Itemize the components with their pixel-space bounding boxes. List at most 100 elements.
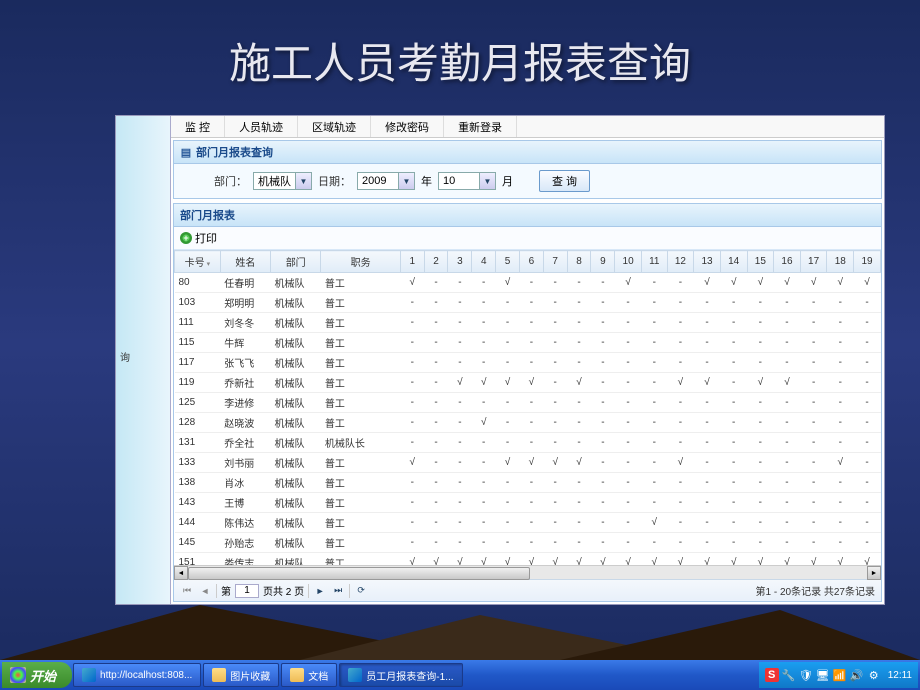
col-day-9[interactable]: 9 <box>591 251 615 273</box>
cell-day: - <box>827 353 854 373</box>
col-day-2[interactable]: 2 <box>424 251 448 273</box>
chevron-down-icon[interactable]: ▼ <box>479 173 495 189</box>
table-row[interactable]: 115牛辉机械队普工------------------- <box>175 333 881 353</box>
cell-day: - <box>591 453 615 473</box>
tray-clock[interactable]: 12:11 <box>888 670 912 681</box>
tray-monitor-icon[interactable]: 🖥 <box>816 668 830 682</box>
cell-day: √ <box>519 553 543 566</box>
table-row[interactable]: 119乔新社机械队普工--√√√√-√---√√-√√--- <box>175 373 881 393</box>
tray-network-icon[interactable]: 📶 <box>833 668 847 682</box>
cell-day: - <box>424 273 448 293</box>
col-duty[interactable]: 职务 <box>321 251 400 273</box>
tray-icon[interactable]: 🔧 <box>782 668 796 682</box>
col-day-12[interactable]: 12 <box>667 251 694 273</box>
cell-day: - <box>424 433 448 453</box>
col-card[interactable]: 卡号 <box>175 251 221 273</box>
taskbar-item[interactable]: 文档 <box>281 663 337 687</box>
col-day-1[interactable]: 1 <box>400 251 424 273</box>
year-combo[interactable]: 2009 ▼ <box>357 172 415 190</box>
table-row[interactable]: 144陈伟达机械队普工----------√-------- <box>175 513 881 533</box>
cell-day: - <box>472 513 496 533</box>
cell-day: - <box>543 313 567 333</box>
tray-shield-icon[interactable]: 🛡 <box>799 668 813 682</box>
cell-day: - <box>747 393 774 413</box>
table-row[interactable]: 133刘书丽机械队普工√---√√√√---√-----√- <box>175 453 881 473</box>
horizontal-scrollbar[interactable]: ◄ ► <box>174 565 881 579</box>
pager-last-icon[interactable]: ⏭ <box>331 584 345 598</box>
pager-refresh-icon[interactable]: ⟳ <box>354 584 368 598</box>
col-day-13[interactable]: 13 <box>694 251 721 273</box>
table-row[interactable]: 117张飞飞机械队普工------------------- <box>175 353 881 373</box>
cell-day: - <box>519 533 543 553</box>
table-row[interactable]: 125李进修机械队普工------------------- <box>175 393 881 413</box>
table-row[interactable]: 143王博机械队普工------------------- <box>175 493 881 513</box>
cell-name: 陈伟达 <box>220 513 270 533</box>
col-day-11[interactable]: 11 <box>641 251 667 273</box>
cell-day: - <box>641 293 667 313</box>
col-day-4[interactable]: 4 <box>472 251 496 273</box>
scroll-right-arrow[interactable]: ► <box>867 566 881 580</box>
menu-area-track[interactable]: 区域轨迹 <box>298 116 371 137</box>
cell-duty: 普工 <box>321 413 400 433</box>
col-day-19[interactable]: 19 <box>854 251 881 273</box>
col-day-10[interactable]: 10 <box>615 251 642 273</box>
tray-usb-icon[interactable]: ⚙ <box>867 668 881 682</box>
pager-prev-icon[interactable]: ◄ <box>198 584 212 598</box>
year-suffix: 年 <box>421 173 432 189</box>
menu-monitor[interactable]: 监 控 <box>171 116 225 137</box>
col-day-15[interactable]: 15 <box>747 251 774 273</box>
cell-day: √ <box>667 553 694 566</box>
cell-day: - <box>472 293 496 313</box>
cell-day: - <box>800 513 827 533</box>
scroll-left-arrow[interactable]: ◄ <box>174 566 188 580</box>
col-day-17[interactable]: 17 <box>800 251 827 273</box>
cell-day: - <box>448 313 472 333</box>
month-combo[interactable]: 10 ▼ <box>438 172 496 190</box>
col-day-6[interactable]: 6 <box>519 251 543 273</box>
dept-combo[interactable]: 机械队 ▼ <box>253 172 312 190</box>
query-button[interactable]: 查 询 <box>539 170 590 192</box>
col-day-5[interactable]: 5 <box>496 251 520 273</box>
pager-next-icon[interactable]: ► <box>313 584 327 598</box>
menu-relogin[interactable]: 重新登录 <box>444 116 517 137</box>
grid-wrapper[interactable]: 卡号 姓名 部门 职务 1234567891011121314151617181… <box>174 250 881 565</box>
cell-day: - <box>567 313 591 333</box>
col-day-8[interactable]: 8 <box>567 251 591 273</box>
col-name[interactable]: 姓名 <box>220 251 270 273</box>
col-dept[interactable]: 部门 <box>271 251 321 273</box>
chevron-down-icon[interactable]: ▼ <box>398 173 414 189</box>
pager-page-input[interactable] <box>235 584 259 598</box>
col-day-7[interactable]: 7 <box>543 251 567 273</box>
table-row[interactable]: 111刘冬冬机械队普工------------------- <box>175 313 881 333</box>
date-label: 日期： <box>318 173 351 189</box>
cell-day: √ <box>774 553 801 566</box>
cell-name: 肖冰 <box>220 473 270 493</box>
tray-volume-icon[interactable]: 🔊 <box>850 668 864 682</box>
cell-duty: 普工 <box>321 373 400 393</box>
chevron-down-icon[interactable]: ▼ <box>295 173 311 189</box>
table-row[interactable]: 138肖冰机械队普工------------------- <box>175 473 881 493</box>
table-row[interactable]: 80任春明机械队普工√---√----√--√√√√√√√ <box>175 273 881 293</box>
col-day-3[interactable]: 3 <box>448 251 472 273</box>
tray-sogou-icon[interactable]: S <box>765 668 779 682</box>
taskbar-item[interactable]: http://localhost:808... <box>73 663 201 687</box>
cell-day: - <box>854 413 881 433</box>
cell-day: - <box>854 453 881 473</box>
menu-person-track[interactable]: 人员轨迹 <box>225 116 298 137</box>
table-row[interactable]: 145孙贻志机械队普工------------------- <box>175 533 881 553</box>
pager-label-suffix: 页共 2 页 <box>263 583 304 598</box>
col-day-16[interactable]: 16 <box>774 251 801 273</box>
taskbar-item[interactable]: 图片收藏 <box>203 663 279 687</box>
col-day-14[interactable]: 14 <box>720 251 747 273</box>
menu-change-password[interactable]: 修改密码 <box>371 116 444 137</box>
col-day-18[interactable]: 18 <box>827 251 854 273</box>
start-button[interactable]: 开始 <box>2 662 72 688</box>
sidebar-item-query[interactable]: 询 <box>116 346 170 367</box>
table-row[interactable]: 151娄传志机械队普工√√√√√√√√√√√√√√√√√√√ <box>175 553 881 566</box>
pager-first-icon[interactable]: ⏮ <box>180 584 194 598</box>
table-row[interactable]: 103郑明明机械队普工------------------- <box>175 293 881 313</box>
taskbar-item[interactable]: 员工月报表查询-1... <box>339 663 462 687</box>
table-row[interactable]: 128赵晓波机械队普工---√--------------- <box>175 413 881 433</box>
print-button[interactable]: 打印 <box>195 230 217 246</box>
table-row[interactable]: 131乔全社机械队机械队长------------------- <box>175 433 881 453</box>
